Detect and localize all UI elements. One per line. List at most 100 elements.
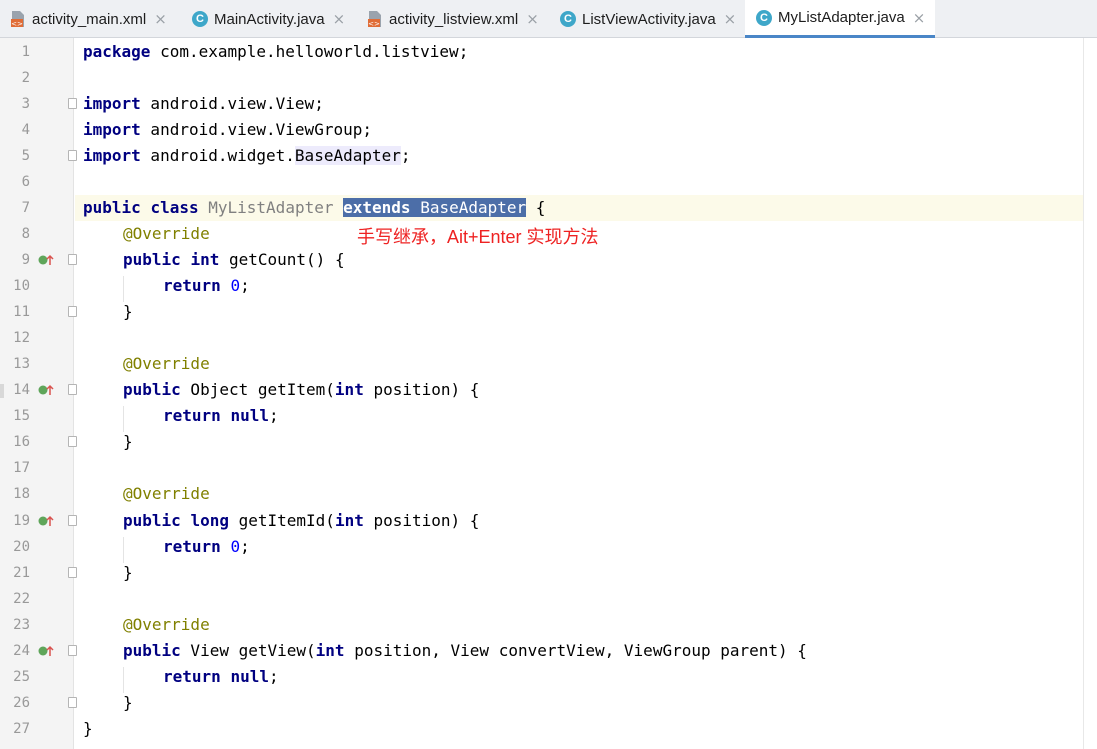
code-line-class-declaration: public class MyListAdapter extends BaseA…: [83, 195, 545, 221]
code-text: }: [83, 719, 93, 738]
code-text: position) {: [363, 380, 480, 399]
line-number: 1: [21, 44, 30, 60]
tab-activity-listview-xml[interactable]: <> activity_listview.xml ×: [367, 0, 547, 38]
code-text: }: [123, 563, 133, 582]
fold-marker-icon[interactable]: [68, 150, 77, 161]
implements-method-icon[interactable]: [38, 383, 56, 397]
line-number: 16: [13, 434, 30, 450]
tab-activity-main-xml[interactable]: <> activity_main.xml ×: [10, 0, 180, 38]
code-line: }: [123, 690, 133, 716]
code-text: ;: [268, 406, 279, 425]
line-number: 17: [13, 460, 30, 476]
keyword: int: [334, 380, 364, 399]
code-line: }: [123, 560, 133, 586]
line-number: 13: [13, 356, 30, 372]
line-number: 22: [13, 591, 30, 607]
number-literal: 0: [230, 537, 241, 556]
fold-marker-icon[interactable]: [68, 384, 77, 395]
code-line: import android.widget.BaseAdapter;: [83, 143, 411, 169]
code-text: getItemId(: [228, 511, 335, 530]
keyword: extends: [343, 198, 411, 217]
code-text: }: [123, 693, 133, 712]
annotation: @Override: [123, 484, 210, 503]
fold-marker-icon[interactable]: [68, 254, 77, 265]
line-number: 19: [13, 513, 30, 529]
close-tab-icon[interactable]: ×: [154, 10, 167, 28]
line-number: 24: [13, 643, 30, 659]
fold-marker-icon[interactable]: [68, 515, 77, 526]
svg-text:<>: <>: [11, 20, 23, 28]
code-text: BaseAdapter: [420, 198, 527, 217]
keyword: import: [83, 146, 141, 165]
close-tab-icon[interactable]: ×: [333, 10, 346, 28]
code-text: ;: [268, 667, 279, 686]
annotation: @Override: [123, 224, 210, 243]
code-line: public Object getItem(int position) {: [123, 377, 479, 403]
keyword: public: [83, 198, 141, 217]
implements-method-icon[interactable]: [38, 644, 56, 658]
code-line: @Override: [123, 612, 210, 638]
close-tab-icon[interactable]: ×: [724, 10, 737, 28]
code-line: import android.view.View;: [83, 91, 324, 117]
keyword: return: [163, 667, 221, 686]
number-literal: 0: [230, 276, 241, 295]
tab-my-list-adapter-java[interactable]: C MyListAdapter.java ×: [745, 0, 935, 38]
java-class-icon: C: [192, 11, 208, 27]
code-line: @Override: [123, 351, 210, 377]
code-text: Object getItem(: [180, 380, 335, 399]
fold-marker-icon[interactable]: [68, 567, 77, 578]
code-line: return null;: [163, 403, 279, 429]
code-text: ;: [240, 276, 250, 295]
tab-label: MyListAdapter.java: [778, 9, 905, 26]
code-line: return null;: [163, 664, 279, 690]
code-text: }: [123, 432, 133, 451]
keyword: public: [123, 511, 181, 530]
code-text: getCount() {: [219, 250, 345, 269]
line-number: 6: [21, 174, 30, 190]
code-line: @Override: [123, 481, 210, 507]
keyword: int: [190, 250, 220, 269]
fold-marker-icon[interactable]: [68, 436, 77, 447]
keyword: null: [230, 667, 269, 686]
class-name: MyListAdapter: [208, 198, 334, 217]
tab-label: MainActivity.java: [214, 10, 325, 28]
code-line: }: [123, 429, 133, 455]
line-number: 11: [13, 304, 30, 320]
code-text: ;: [240, 537, 250, 556]
keyword: public: [123, 250, 181, 269]
text-selection[interactable]: extends BaseAdapter: [343, 198, 527, 217]
keyword: class: [150, 198, 199, 217]
fold-marker-icon[interactable]: [68, 306, 77, 317]
code-text: android.widget.: [140, 146, 295, 165]
code-line: @Override: [123, 221, 210, 247]
editor-tab-bar: <> activity_main.xml × C MainActivity.ja…: [0, 0, 1097, 38]
fold-marker-icon[interactable]: [68, 697, 77, 708]
close-tab-icon[interactable]: ×: [913, 9, 926, 27]
code-line: return 0;: [163, 534, 250, 560]
code-line: return 0;: [163, 273, 250, 299]
line-number: 14: [13, 382, 30, 398]
tab-label: ListViewActivity.java: [582, 10, 716, 28]
implements-method-icon[interactable]: [38, 253, 56, 267]
xml-file-icon: <>: [10, 10, 26, 28]
keyword: return: [163, 537, 221, 556]
code-text: }: [123, 302, 133, 321]
code-text: position, View convertView, ViewGroup pa…: [344, 641, 807, 660]
fold-marker-icon[interactable]: [68, 98, 77, 109]
annotation-note: 手写继承，Ait+Enter 实现方法: [357, 227, 599, 247]
java-class-icon: C: [560, 11, 576, 27]
close-tab-icon[interactable]: ×: [526, 10, 539, 28]
tab-listview-activity-java[interactable]: C ListViewActivity.java ×: [560, 0, 740, 38]
code-line: package com.example.helloworld.listview;: [83, 39, 468, 65]
code-text: View getView(: [180, 641, 316, 660]
code-text: ;: [400, 146, 411, 165]
line-number: 12: [13, 330, 30, 346]
annotation: @Override: [123, 615, 210, 634]
implements-method-icon[interactable]: [38, 514, 56, 528]
tab-label: activity_listview.xml: [389, 10, 519, 28]
tab-main-activity-java[interactable]: C MainActivity.java ×: [192, 0, 352, 38]
code-text: android.view.View;: [140, 94, 324, 113]
fold-marker-icon[interactable]: [68, 645, 77, 656]
line-number: 3: [21, 96, 30, 112]
line-number: 27: [13, 721, 30, 737]
